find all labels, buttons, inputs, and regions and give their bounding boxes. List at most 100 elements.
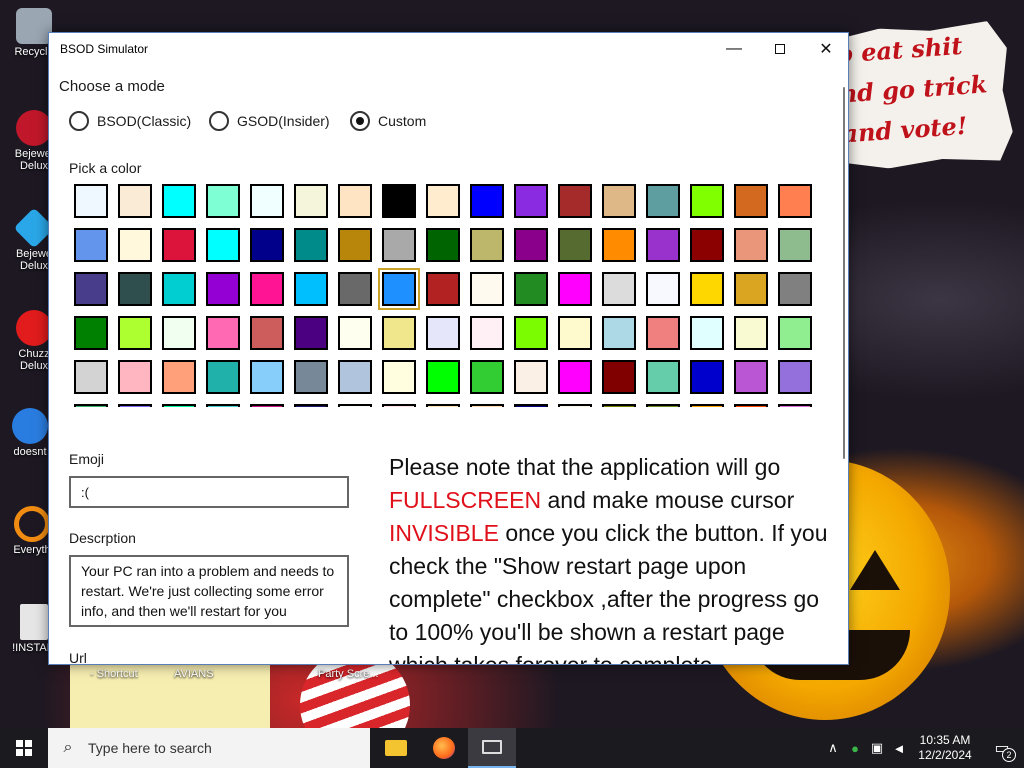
color-swatch[interactable] (335, 269, 375, 309)
color-swatch[interactable] (423, 225, 463, 265)
color-swatch[interactable] (555, 181, 595, 221)
color-swatch[interactable] (643, 225, 683, 265)
color-swatch[interactable] (687, 401, 727, 407)
radio-custom[interactable]: Custom (350, 111, 426, 131)
start-button[interactable] (0, 728, 48, 768)
taskbar-bsod-simulator[interactable] (468, 728, 516, 768)
color-swatch[interactable] (115, 313, 155, 353)
color-swatch[interactable] (159, 181, 199, 221)
taskbar-file-explorer[interactable] (372, 728, 420, 768)
color-swatch[interactable] (511, 357, 551, 397)
color-swatch[interactable] (599, 269, 639, 309)
color-swatch[interactable] (159, 357, 199, 397)
color-swatch[interactable] (555, 225, 595, 265)
color-swatch[interactable] (511, 225, 551, 265)
color-swatch[interactable] (467, 181, 507, 221)
color-swatch[interactable] (423, 401, 463, 407)
color-swatch[interactable] (599, 181, 639, 221)
title-bar[interactable]: BSOD Simulator — ✕ (49, 33, 848, 65)
color-swatch[interactable] (775, 401, 815, 407)
color-swatch[interactable] (159, 401, 199, 407)
color-swatch[interactable] (643, 313, 683, 353)
color-swatch[interactable] (467, 401, 507, 407)
color-swatch[interactable] (291, 181, 331, 221)
color-swatch[interactable] (467, 313, 507, 353)
color-swatch[interactable] (687, 313, 727, 353)
user-icon[interactable]: ● (844, 741, 866, 756)
color-swatch[interactable] (687, 269, 727, 309)
color-swatch[interactable] (643, 357, 683, 397)
color-swatch[interactable] (775, 181, 815, 221)
vertical-scrollbar[interactable] (838, 65, 848, 664)
notification-center-button[interactable]: ▭ 2 (980, 738, 1024, 762)
close-button[interactable]: ✕ (803, 33, 848, 65)
color-swatch[interactable] (247, 181, 287, 221)
color-swatch[interactable] (555, 269, 595, 309)
color-swatch[interactable] (599, 313, 639, 353)
color-swatch[interactable] (247, 313, 287, 353)
color-swatch[interactable] (599, 357, 639, 397)
color-swatch[interactable] (291, 225, 331, 265)
color-swatch[interactable] (115, 225, 155, 265)
color-swatch[interactable] (643, 269, 683, 309)
color-swatch[interactable] (247, 269, 287, 309)
color-swatch[interactable] (379, 181, 419, 221)
color-swatch[interactable] (731, 225, 771, 265)
color-swatch[interactable] (335, 181, 375, 221)
radio-gsod-insider[interactable]: GSOD(Insider) (209, 111, 330, 131)
color-swatch[interactable] (379, 401, 419, 407)
color-swatch[interactable] (555, 357, 595, 397)
color-swatch[interactable] (511, 269, 551, 309)
color-swatch[interactable] (555, 313, 595, 353)
color-swatch[interactable] (71, 225, 111, 265)
color-swatch[interactable] (555, 401, 595, 407)
color-swatch[interactable] (203, 181, 243, 221)
radio-bsod-classic[interactable]: BSOD(Classic) (69, 111, 191, 131)
color-swatch[interactable] (247, 225, 287, 265)
color-swatch[interactable] (775, 357, 815, 397)
maximize-button[interactable] (757, 33, 803, 65)
color-swatch[interactable] (775, 313, 815, 353)
color-swatch[interactable] (159, 313, 199, 353)
color-swatch[interactable] (379, 357, 419, 397)
color-swatch[interactable] (159, 269, 199, 309)
color-swatch[interactable] (71, 357, 111, 397)
color-swatch[interactable] (599, 401, 639, 407)
color-swatch[interactable] (71, 313, 111, 353)
color-swatch[interactable] (378, 268, 420, 310)
color-swatch[interactable] (423, 269, 463, 309)
color-swatch[interactable] (247, 357, 287, 397)
color-swatch[interactable] (291, 357, 331, 397)
color-swatch[interactable] (731, 357, 771, 397)
color-swatch[interactable] (291, 401, 331, 407)
color-swatch[interactable] (423, 357, 463, 397)
color-swatch[interactable] (247, 401, 287, 407)
color-swatch[interactable] (643, 181, 683, 221)
minimize-button[interactable]: — (711, 33, 757, 65)
network-icon[interactable]: ▣ (866, 740, 888, 756)
color-swatch[interactable] (467, 269, 507, 309)
scrollbar-thumb[interactable] (843, 87, 845, 459)
color-swatch[interactable] (775, 269, 815, 309)
color-swatch[interactable] (159, 225, 199, 265)
color-swatch[interactable] (731, 269, 771, 309)
color-swatch[interactable] (775, 225, 815, 265)
color-swatch[interactable] (423, 181, 463, 221)
color-swatch[interactable] (731, 181, 771, 221)
color-swatch[interactable] (335, 401, 375, 407)
color-swatch[interactable] (203, 225, 243, 265)
color-swatch[interactable] (379, 225, 419, 265)
color-swatch[interactable] (511, 401, 551, 407)
color-swatch[interactable] (335, 357, 375, 397)
color-swatch[interactable] (467, 225, 507, 265)
taskbar-search-box[interactable]: ⌕ Type here to search (48, 728, 370, 768)
color-swatch[interactable] (423, 313, 463, 353)
taskbar-firefox[interactable] (420, 728, 468, 768)
color-swatch[interactable] (599, 225, 639, 265)
color-swatch[interactable] (115, 181, 155, 221)
color-swatch[interactable] (115, 357, 155, 397)
chevron-up-icon[interactable]: ∧ (822, 740, 844, 756)
color-swatch[interactable] (203, 313, 243, 353)
color-swatch[interactable] (115, 401, 155, 407)
color-swatch[interactable] (511, 313, 551, 353)
